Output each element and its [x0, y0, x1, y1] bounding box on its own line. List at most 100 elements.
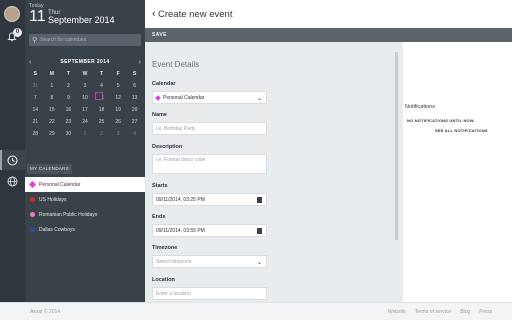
calendar-color-icon	[30, 227, 35, 232]
save-button[interactable]: SAVE	[152, 32, 167, 38]
notifications-title: Notifications	[405, 104, 435, 110]
footer-link-terms[interactable]: Terms of service	[415, 309, 451, 315]
day-cell[interactable]: 2	[93, 131, 110, 137]
today-display: Today 11 Thur September 2014	[25, 0, 145, 30]
calendar-color-icon	[155, 94, 161, 101]
day-cell[interactable]: 4	[93, 83, 110, 89]
day-cell[interactable]: 1	[77, 131, 94, 137]
ends-field[interactable]: 09/11/2014, 03:55 PM	[152, 224, 267, 237]
today-month-year: September 2014	[48, 15, 115, 25]
calendar-color-icon	[30, 212, 35, 217]
calendar-sidebar: Today 11 Thur September 2014 ⚲ ‹ SEPTEMB…	[25, 0, 145, 302]
weekday-label: T	[100, 71, 104, 77]
notifications-empty-message: NO NOTIFICATIONS UNTIL NOW.	[407, 118, 475, 123]
footer-link-website[interactable]: Website	[388, 309, 406, 315]
search-input[interactable]	[40, 37, 136, 43]
calendar-item-us-holidays[interactable]: US Holidays	[25, 192, 145, 207]
copyright: Aksat © 2014	[30, 309, 61, 315]
day-cell[interactable]: 14	[27, 107, 44, 113]
ends-label: Ends	[152, 214, 166, 220]
back-icon[interactable]: ‹	[152, 8, 156, 20]
day-cell[interactable]: 30	[60, 131, 77, 137]
weekday-label: W	[82, 71, 88, 77]
notification-badge: 0	[13, 28, 22, 37]
day-cell[interactable]: 26	[110, 119, 127, 125]
day-cell[interactable]: 12	[110, 95, 127, 101]
calendar-search[interactable]: ⚲	[29, 34, 141, 46]
calendar-item-dallas-cowboys[interactable]: Dallas Cowboys	[25, 222, 145, 237]
day-cell[interactable]: 29	[44, 131, 61, 137]
weekday-label: M	[49, 71, 54, 77]
starts-label: Starts	[152, 183, 168, 189]
description-field[interactable]: i.e. Formal dress code	[152, 154, 267, 174]
calendar-select[interactable]: Personal Calendar ⌄	[152, 91, 267, 104]
day-cell[interactable]: 2	[60, 83, 77, 89]
day-cell[interactable]: 20	[126, 107, 143, 113]
calendar-list: Personal Calendar US Holidays Romanian P…	[25, 177, 145, 237]
day-cell[interactable]: 27	[126, 119, 143, 125]
day-cell[interactable]: 3	[77, 83, 94, 89]
chevron-down-icon: ⌄	[256, 260, 262, 266]
day-cell[interactable]: 18	[93, 107, 110, 113]
day-cell[interactable]: 1	[44, 83, 61, 89]
day-cell[interactable]: 31	[27, 83, 44, 89]
calendar-picker-icon[interactable]	[257, 228, 262, 234]
prev-month-icon[interactable]: ‹	[29, 59, 31, 66]
day-cell[interactable]: 19	[110, 107, 127, 113]
day-cell[interactable]: 24	[77, 119, 94, 125]
next-month-icon[interactable]: ›	[139, 59, 141, 66]
weekday-label: F	[116, 71, 120, 77]
calendar-item-label: Personal Calendar	[39, 181, 81, 188]
scrollbar[interactable]	[395, 52, 398, 240]
main-content: ‹ Create new event SAVE Event Details Ca…	[145, 0, 512, 302]
name-field[interactable]: i.e. Birthday Party	[152, 122, 267, 135]
footer-link-press[interactable]: Press	[479, 309, 492, 315]
day-cell[interactable]: 22	[44, 119, 61, 125]
location-field[interactable]: Enter a location	[152, 287, 267, 300]
name-label: Name	[152, 112, 167, 118]
day-cell[interactable]: 15	[44, 107, 61, 113]
footer-link-blog[interactable]: Blog	[460, 309, 470, 315]
my-calendars-tab[interactable]: MY CALENDARS	[27, 164, 73, 174]
day-cell[interactable]: 7	[27, 95, 44, 101]
starts-field[interactable]: 09/11/2014, 03:25 PM	[152, 193, 267, 206]
day-cell[interactable]: 5	[110, 83, 127, 89]
calendar-item-label: Romanian Public Holidays	[39, 211, 98, 218]
day-cell[interactable]: 21	[27, 119, 44, 125]
day-cell[interactable]: 25	[93, 119, 110, 125]
globe-icon[interactable]	[3, 172, 21, 190]
timezone-placeholder: Select timezone	[156, 258, 192, 265]
rail-active-indicator	[0, 150, 2, 170]
chevron-down-icon: ⌄	[256, 96, 262, 102]
calendar-picker-icon[interactable]	[257, 197, 262, 203]
avatar[interactable]	[4, 6, 20, 22]
page-title: Create new event	[158, 9, 233, 20]
day-cell[interactable]: 3	[110, 131, 127, 137]
mini-calendar-header: ‹ SEPTEMBER 2014 ›	[25, 57, 145, 67]
day-cell-selected[interactable]: 11	[93, 92, 110, 101]
calendar-color-icon	[30, 197, 35, 202]
calendar-item-romanian-holidays[interactable]: Romanian Public Holidays	[25, 207, 145, 222]
location-label: Location	[152, 277, 175, 283]
day-cell[interactable]: 4	[126, 131, 143, 137]
day-cell[interactable]: 6	[126, 83, 143, 89]
day-cell[interactable]: 16	[60, 107, 77, 113]
day-cell[interactable]: 10	[77, 95, 94, 101]
weekday-label: S	[132, 71, 137, 77]
ends-value: 09/11/2014, 03:55 PM	[156, 227, 205, 234]
day-cell[interactable]: 17	[77, 107, 94, 113]
mini-calendar-grid: S M T W T F S 31 1 2 3 4 5 6 7 8 9 10 11…	[27, 68, 143, 140]
day-cell[interactable]: 13	[126, 95, 143, 101]
week-row: 14 15 16 17 18 19 20	[27, 104, 143, 116]
day-cell[interactable]: 28	[27, 131, 44, 137]
calendar-icon[interactable]	[3, 151, 21, 169]
icon-rail: 0	[0, 0, 25, 302]
timezone-select[interactable]: Select timezone ⌄	[152, 255, 267, 268]
search-icon: ⚲	[32, 37, 38, 44]
day-cell[interactable]: 9	[60, 95, 77, 101]
day-cell[interactable]: 8	[44, 95, 61, 101]
see-all-notifications-link[interactable]: SEE ALL NOTIFICATIONS	[435, 128, 488, 133]
page-header: ‹ Create new event	[145, 0, 512, 28]
day-cell[interactable]: 23	[60, 119, 77, 125]
calendar-item-personal[interactable]: Personal Calendar	[25, 177, 145, 192]
